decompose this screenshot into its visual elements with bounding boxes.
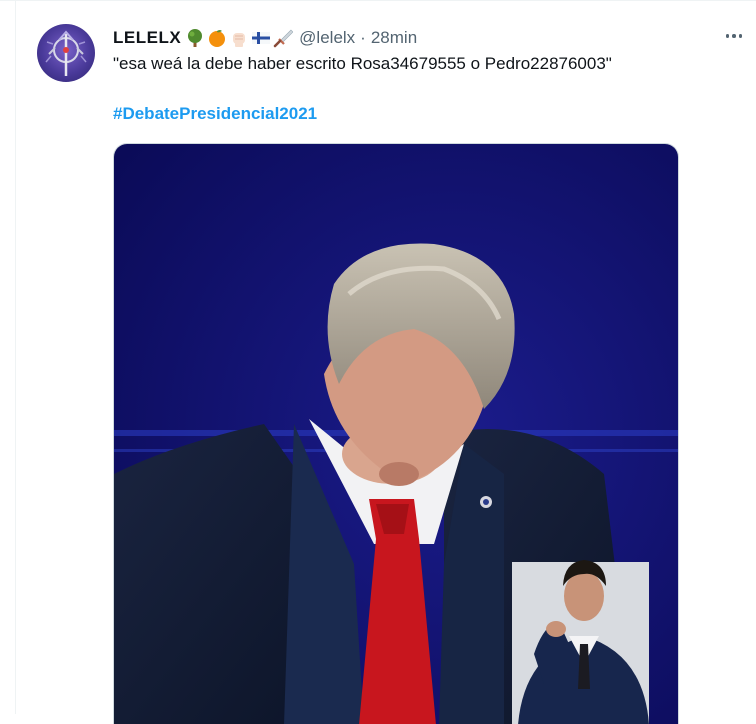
raised-fist-icon	[229, 28, 249, 48]
finland-flag-icon	[251, 28, 271, 48]
top-divider	[0, 0, 756, 1]
timestamp[interactable]: 28min	[371, 28, 417, 48]
more-options-icon[interactable]	[722, 26, 746, 46]
avatar[interactable]	[37, 24, 95, 82]
tree-icon	[185, 28, 205, 48]
separator-dot: ·	[360, 28, 366, 47]
avatar-emblem-icon	[45, 30, 87, 76]
tweet-header: LELELX @lelelx · 28min	[113, 26, 417, 50]
display-name[interactable]: LELELX	[113, 28, 181, 48]
video-frame-image	[114, 144, 678, 724]
tweet-media-video[interactable]	[113, 143, 679, 724]
tweet-card[interactable]: LELELX @lelelx · 28min "esa weá la debe …	[16, 10, 756, 724]
user-handle[interactable]: @lelelx	[299, 28, 355, 48]
orange-icon	[207, 28, 227, 48]
dagger-icon	[273, 28, 294, 48]
name-emojis	[185, 28, 294, 48]
tweet-text: "esa weá la debe haber escrito Rosa34679…	[113, 54, 612, 73]
hashtag-link[interactable]: #DebatePresidencial2021	[113, 104, 317, 124]
